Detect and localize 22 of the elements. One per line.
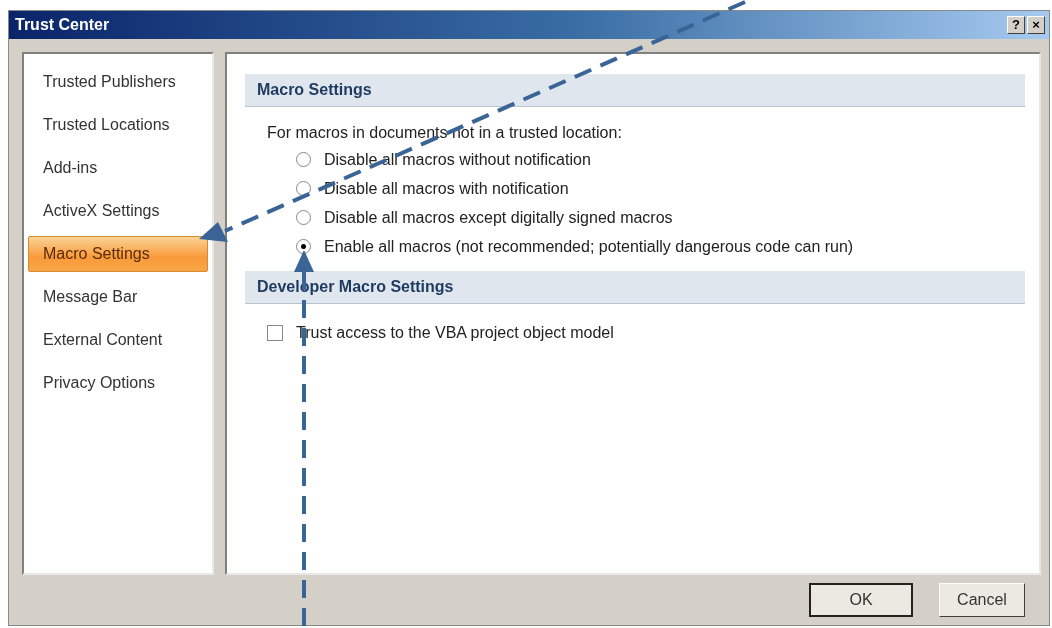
checkbox[interactable] <box>267 324 283 341</box>
radio-label[interactable]: Disable all macros except digitally signed macros <box>324 208 673 227</box>
cancel-button[interactable]: Cancel <box>939 583 1025 617</box>
radio-button[interactable] <box>296 152 311 167</box>
help-button[interactable]: ? <box>1007 16 1025 34</box>
sidebar-item[interactable]: ActiveX Settings <box>28 193 208 229</box>
section-heading: Developer Macro Settings <box>245 271 1025 304</box>
sidebar-item[interactable]: Trusted Locations <box>28 107 208 143</box>
sidebar-item[interactable]: Trusted Publishers <box>28 64 208 100</box>
close-button[interactable]: × <box>1027 16 1045 34</box>
radio-button[interactable] <box>296 239 311 254</box>
radio-label[interactable]: Disable all macros with notification <box>324 179 569 198</box>
sidebar-item[interactable]: Macro Settings <box>28 236 208 272</box>
sidebar-item[interactable]: Message Bar <box>28 279 208 315</box>
sidebar-item[interactable]: Privacy Options <box>28 365 208 401</box>
section-heading: Macro Settings <box>245 74 1025 107</box>
radio-label[interactable]: Enable all macros (not recommended; potentially dangerous code can run) <box>324 237 854 256</box>
window-title: Trust Center <box>15 16 110 34</box>
sidebar-item[interactable]: External Content <box>28 322 208 358</box>
ok-button[interactable]: OK <box>809 583 913 617</box>
sidebar-item[interactable]: Add-ins <box>28 150 208 186</box>
radio-button[interactable] <box>296 210 311 225</box>
